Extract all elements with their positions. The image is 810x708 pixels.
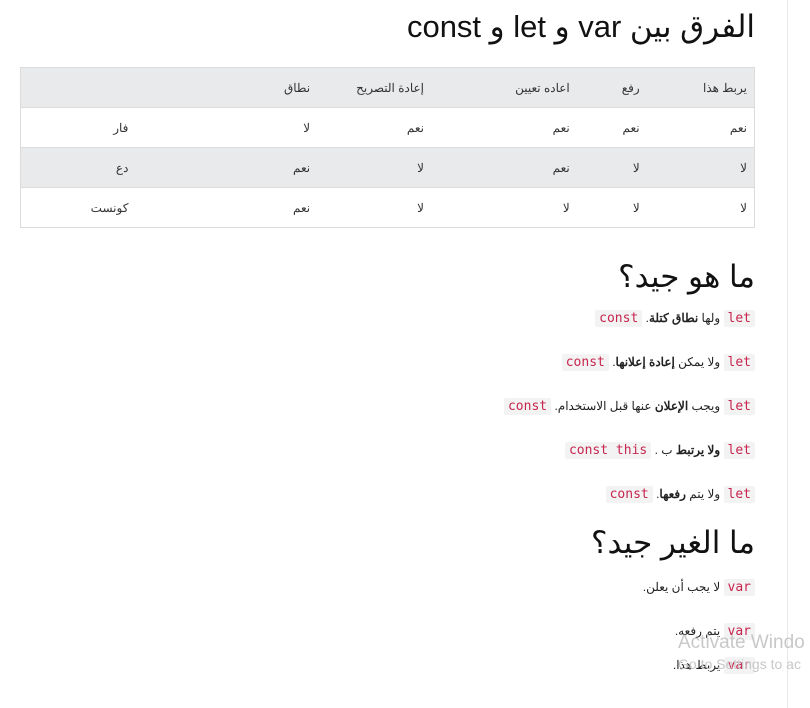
table-cell: نعم bbox=[135, 187, 318, 228]
header-cell: إعادة التصريح bbox=[317, 67, 431, 108]
header-cell bbox=[20, 67, 136, 108]
table-cell: كونست bbox=[20, 187, 136, 228]
item-text: ب . bbox=[651, 443, 676, 457]
item-text: . bbox=[608, 355, 616, 369]
table-cell: لا bbox=[430, 187, 577, 228]
header-cell: رفع bbox=[576, 67, 647, 108]
item-text: ولا يتم bbox=[685, 487, 724, 501]
table-cell: لا bbox=[135, 107, 318, 148]
item-text: . bbox=[642, 311, 649, 325]
header-cell: يربط هذا bbox=[646, 67, 755, 108]
header-cell: نطاق bbox=[135, 67, 318, 108]
code-snippet: const bbox=[503, 398, 552, 415]
table-cell: لا bbox=[646, 147, 755, 188]
code-snippet: const bbox=[595, 310, 643, 327]
code-snippet: var bbox=[723, 579, 755, 596]
header-cell: اعاده تعيين bbox=[430, 67, 577, 108]
item-bold-text: الإعلان bbox=[654, 399, 689, 413]
item-text: عنها قبل الاستخدام. bbox=[551, 399, 655, 413]
code-snippet: let bbox=[723, 310, 755, 327]
good-item: let ولا يتم رفعها. const bbox=[21, 485, 755, 504]
bad-item: var يتم رفعه. bbox=[21, 622, 755, 641]
comparison-table: يربط هذا رفع اعاده تعيين إعادة التصريح ن… bbox=[20, 67, 755, 228]
item-text: ولا يمكن bbox=[674, 355, 724, 369]
code-snippet: let bbox=[723, 486, 755, 503]
table-cell: نعم bbox=[646, 107, 755, 148]
table-cell: لا bbox=[317, 147, 431, 188]
table-cell: نعم bbox=[576, 107, 647, 148]
code-snippet: let bbox=[723, 398, 755, 415]
table-cell: فار bbox=[20, 107, 136, 148]
item-text: ويجب bbox=[688, 399, 724, 413]
table-row: نعم نعم نعم نعم لا فار bbox=[20, 107, 755, 148]
item-bold-text: إعادة إعلانها bbox=[615, 355, 675, 369]
activation-watermark: Activate Windo Go to Settings to ac bbox=[678, 632, 805, 672]
item-bold-text: ولا يرتبط bbox=[675, 443, 721, 457]
good-item: let ويجب الإعلان عنها قبل الاستخدام. con… bbox=[21, 397, 755, 416]
code-snippet: const bbox=[561, 354, 609, 371]
item-text bbox=[720, 443, 723, 457]
code-snippet: const bbox=[605, 486, 653, 503]
good-item: let ولا يمكن إعادة إعلانها. const bbox=[21, 353, 755, 372]
bad-item: var لا يجب أن يعلن. bbox=[21, 578, 755, 597]
page-scrollbar[interactable] bbox=[787, 0, 810, 708]
item-text: لا يجب أن يعلن. bbox=[642, 580, 724, 594]
table-cell: دع bbox=[20, 147, 136, 188]
item-bold-text: نطاق كتلة bbox=[648, 311, 699, 325]
table-header-row: يربط هذا رفع اعاده تعيين إعادة التصريح ن… bbox=[20, 67, 755, 108]
good-item: let ولا يرتبط ب . const this bbox=[21, 441, 755, 460]
table-cell: لا bbox=[317, 187, 431, 228]
table-cell: نعم bbox=[317, 107, 431, 148]
item-bold-text: رفعها bbox=[659, 487, 686, 501]
code-snippet: let bbox=[723, 442, 755, 459]
table-cell: لا bbox=[576, 187, 647, 228]
page-title: الفرق بين var و let و const bbox=[406, 9, 755, 44]
table-row: لا لا نعم لا نعم دع bbox=[20, 147, 755, 188]
good-section-heading: ما هو جيد؟ bbox=[618, 259, 755, 294]
table-cell: نعم bbox=[430, 107, 577, 148]
table-cell: نعم bbox=[135, 147, 318, 188]
code-snippet: let bbox=[723, 354, 755, 371]
bad-section-heading: ما الغير جيد؟ bbox=[591, 525, 755, 560]
article: الفرق بين var و let و const يربط هذا رفع… bbox=[20, 0, 755, 675]
table-cell: لا bbox=[646, 187, 755, 228]
bad-item: var يربط هذا. bbox=[21, 656, 755, 675]
watermark-line: Go to Settings to ac bbox=[678, 656, 801, 672]
table-cell: لا bbox=[576, 147, 647, 188]
table-row: لا لا لا لا نعم كونست bbox=[20, 187, 755, 228]
table-cell: نعم bbox=[430, 147, 577, 188]
good-item: let ولها نطاق كتلة. const bbox=[21, 309, 755, 328]
item-text: ولها bbox=[698, 311, 724, 325]
watermark-line: Activate Windo bbox=[678, 632, 805, 653]
code-snippet: const this bbox=[564, 442, 652, 459]
